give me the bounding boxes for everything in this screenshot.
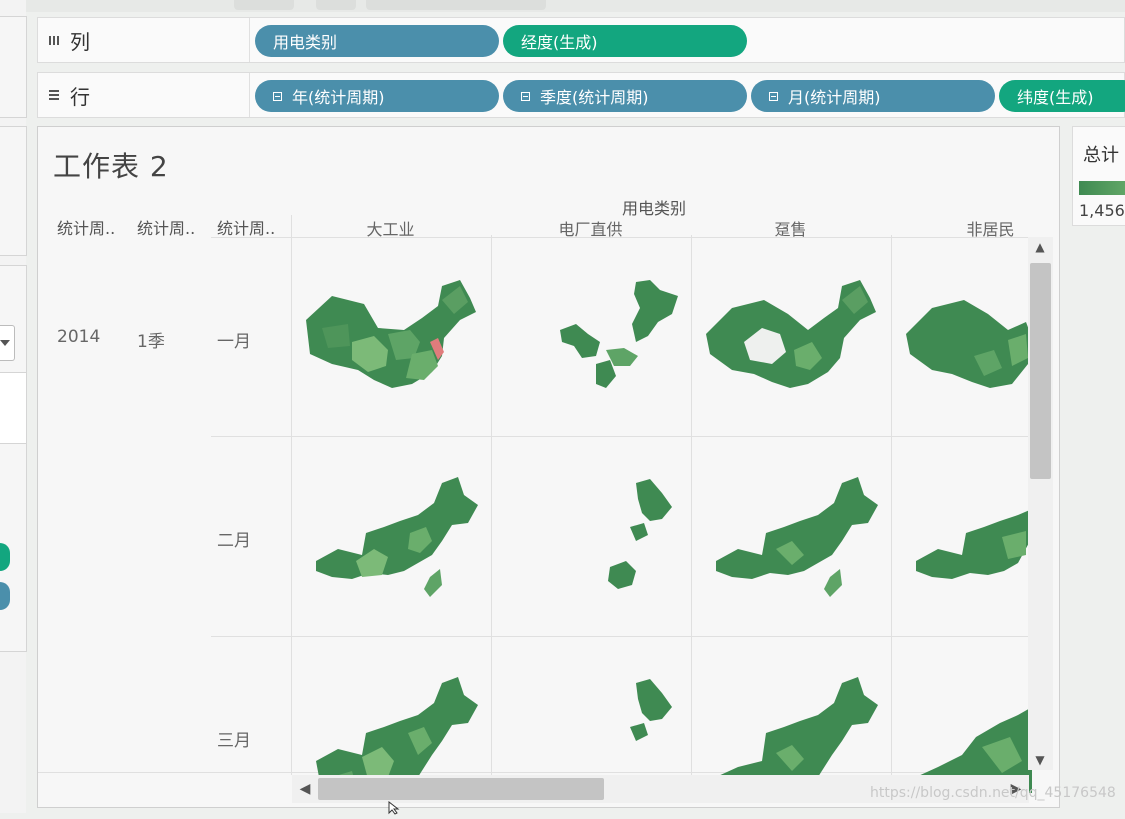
pill-month[interactable]: 月(统计周期) xyxy=(751,80,995,112)
collapse-icon[interactable] xyxy=(769,91,778,101)
columns-icon xyxy=(48,34,60,46)
worksheet-title[interactable]: 工作表 2 xyxy=(53,145,169,185)
color-legend[interactable]: 总计 1,456 xyxy=(1072,126,1125,226)
pill-label: 用电类别 xyxy=(273,33,338,52)
mouse-cursor-icon xyxy=(388,800,400,819)
map-cell[interactable] xyxy=(492,437,691,636)
map-cell[interactable] xyxy=(292,437,491,636)
left-panel-section-top xyxy=(0,16,27,118)
row-header-year[interactable]: 统计周.. xyxy=(57,215,115,239)
pill-longitude[interactable]: 经度(生成) xyxy=(503,25,747,57)
marks-card-area[interactable] xyxy=(0,372,27,444)
map-cell[interactable] xyxy=(292,238,491,437)
row-value-month[interactable]: 一月 xyxy=(217,327,251,352)
rows-shelf-label: 行 xyxy=(38,73,250,117)
vertical-scroll-thumb[interactable] xyxy=(1030,263,1051,479)
pill-quarter[interactable]: 季度(统计周期) xyxy=(503,80,747,112)
toolbar-strip xyxy=(26,0,1125,12)
map-cell[interactable] xyxy=(692,238,891,437)
map-cell[interactable] xyxy=(492,238,691,437)
columns-label: 列 xyxy=(70,29,90,54)
scroll-up-icon[interactable]: ▲ xyxy=(1034,240,1046,254)
worksheet-view: 工作表 2 用电类别 统计周.. 统计周.. 统计周.. 大工业 电厂直供 趸售… xyxy=(37,126,1060,808)
collapse-icon[interactable] xyxy=(521,91,530,101)
pill-year[interactable]: 年(统计周期) xyxy=(255,80,499,112)
pill-label: 纬度(生成) xyxy=(1017,88,1094,107)
pill-label: 季度(统计周期) xyxy=(540,88,649,107)
left-side-panel xyxy=(0,0,27,813)
scroll-left-icon[interactable]: ◀ xyxy=(298,781,312,797)
left-panel-section-middle xyxy=(0,126,27,256)
row-value-month[interactable]: 二月 xyxy=(217,526,251,551)
collapse-icon[interactable] xyxy=(273,91,282,101)
toolbar-tab[interactable] xyxy=(316,0,356,10)
watermark: https://blog.csdn.net/qq_45176548 xyxy=(870,785,1116,801)
row-header-quarter[interactable]: 统计周.. xyxy=(137,215,195,239)
scroll-down-icon[interactable]: ▼ xyxy=(1034,753,1046,767)
pill-label: 月(统计周期) xyxy=(788,88,881,107)
row-header-month[interactable]: 统计周.. xyxy=(217,215,275,239)
horizontal-scroll-thumb[interactable] xyxy=(318,778,604,800)
rows-label: 行 xyxy=(70,84,90,109)
legend-color-ramp xyxy=(1079,181,1125,195)
pill-label: 年(统计周期) xyxy=(292,88,385,107)
vertical-scrollbar[interactable]: ▲ ▼ xyxy=(1028,237,1053,770)
pill-label: 经度(生成) xyxy=(521,33,598,52)
chevron-down-icon xyxy=(0,340,10,346)
row-value-quarter[interactable]: 1季 xyxy=(137,327,165,352)
pill-power-category[interactable]: 用电类别 xyxy=(255,25,499,57)
columns-shelf-label: 列 xyxy=(38,18,250,62)
pill-latitude[interactable]: 纬度(生成) xyxy=(999,80,1125,112)
rows-shelf[interactable]: 行 年(统计周期) 季度(统计周期) 月(统计周期) 纬度(生成) xyxy=(37,72,1125,118)
toolbar-tab[interactable] xyxy=(366,0,546,10)
legend-title: 总计 xyxy=(1083,145,1119,166)
row-value-year[interactable]: 2014 xyxy=(57,327,100,347)
columns-shelf[interactable]: 列 用电类别 经度(生成) xyxy=(37,17,1125,63)
row-value-month[interactable]: 三月 xyxy=(217,726,251,751)
legend-min-value: 1,456 xyxy=(1079,201,1125,220)
toolbar-tab[interactable] xyxy=(234,0,294,10)
map-cell[interactable] xyxy=(692,437,891,636)
rows-icon xyxy=(48,89,60,101)
mark-type-dropdown[interactable] xyxy=(0,325,15,361)
